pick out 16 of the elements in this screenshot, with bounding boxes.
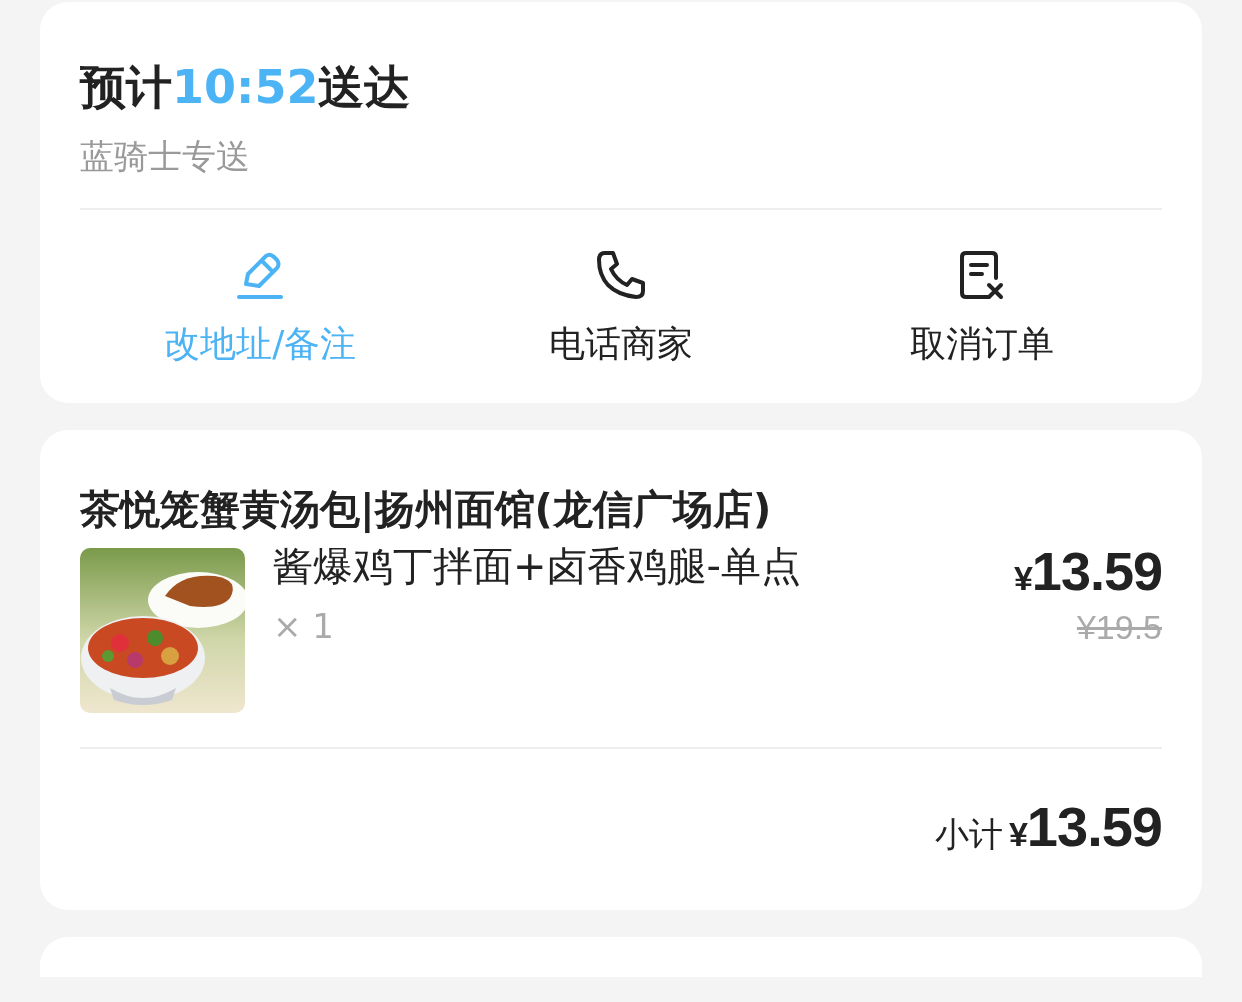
action-button[interactable]: 电话商家 (549, 322, 693, 366)
receipt-cross-icon (959, 250, 1004, 300)
item-name: 酱爆鸡丁拌面+卤香鸡腿-单点 (273, 542, 802, 591)
pencil-icon (236, 250, 285, 300)
item-price: ¥13.59 (1013, 544, 1162, 599)
subtotal-label: 小计 (934, 813, 1003, 857)
item-quantity: × 1 (273, 606, 335, 647)
title-text: 预计 (80, 59, 172, 116)
subtotal-price: ¥13.59 (1008, 799, 1162, 856)
delivery-time: 10:52 (172, 59, 319, 116)
carrier-text: 蓝骑士专送 (80, 134, 251, 178)
original-price: ¥19.5 (1076, 608, 1162, 648)
store-name: 茶悦笼蟹黄汤包|扬州面馆(龙信广场店) (80, 485, 773, 535)
title-text: 送达 (318, 59, 411, 116)
phone-icon (596, 250, 646, 300)
action-button[interactable]: 取消订单 (909, 322, 1054, 366)
